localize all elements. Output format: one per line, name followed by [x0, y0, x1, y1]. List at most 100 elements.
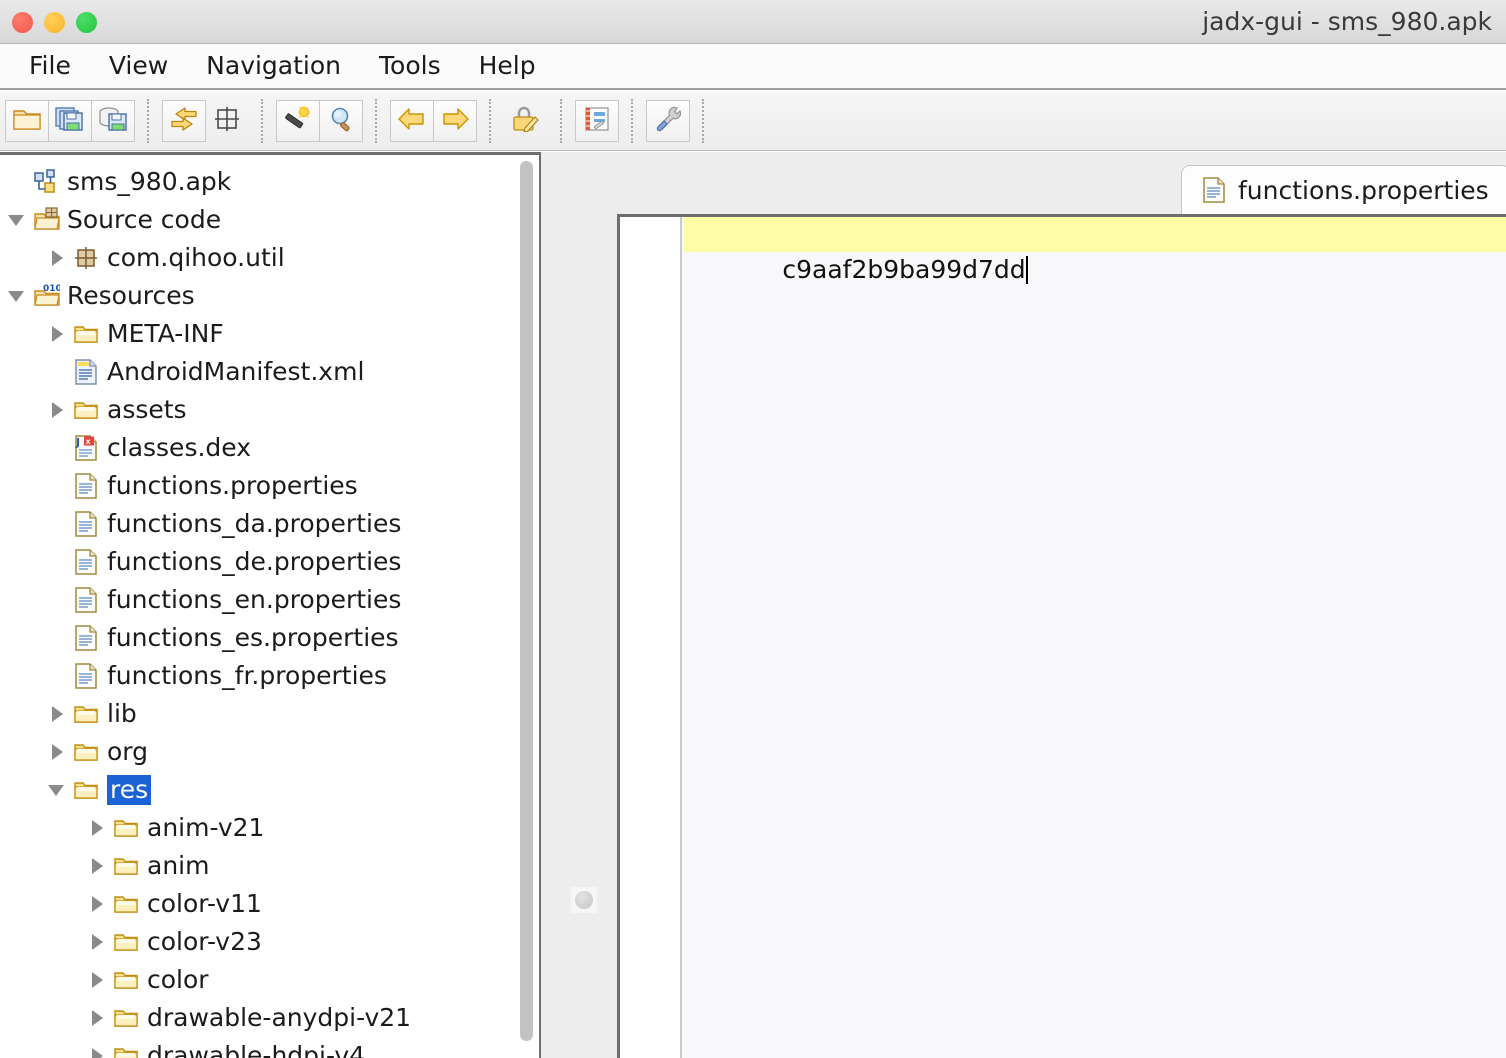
expand-arrow-right-icon[interactable] [86, 1007, 108, 1029]
tree-item-resources[interactable]: 010 Resources [0, 277, 530, 315]
tree-item-assets[interactable]: assets [0, 391, 530, 429]
forward-button[interactable] [433, 100, 477, 142]
menu-help[interactable]: Help [460, 44, 555, 88]
menu-navigation[interactable]: Navigation [187, 44, 360, 88]
svg-text:J: J [75, 436, 80, 449]
dex-file-icon: Jx [74, 435, 98, 461]
folder-icon [74, 701, 98, 727]
toolbar-group-search [276, 100, 363, 142]
split-pane-divider[interactable] [541, 152, 611, 1058]
tree-item-org[interactable]: org [0, 733, 530, 771]
grip-dot-icon [575, 891, 593, 909]
tree-item-label: META-INF [107, 319, 224, 348]
tree-item-drawable-hdpi-v4[interactable]: drawable-hdpi-v4 [0, 1037, 530, 1058]
tree-item-label: lib [107, 699, 137, 728]
menu-tools[interactable]: Tools [360, 44, 460, 88]
expand-arrow-right-icon[interactable] [46, 399, 68, 421]
tree-item-label: com.qihoo.util [107, 243, 285, 272]
save-all-button[interactable] [48, 100, 92, 142]
preferences-icon [653, 106, 683, 136]
expand-arrow-down-icon[interactable] [6, 209, 28, 231]
tree-vertical-scrollbar[interactable] [518, 159, 535, 1057]
split-pane-grip[interactable] [571, 887, 597, 913]
tree-item-lib[interactable]: lib [0, 695, 530, 733]
back-button[interactable] [390, 100, 434, 142]
window-title: jadx-gui - sms_980.apk [1202, 7, 1492, 36]
flat-packages-button[interactable] [205, 100, 249, 142]
tree-scrollbar-thumb[interactable] [520, 161, 533, 1041]
tab-functions-properties[interactable]: functions.properties [1181, 165, 1506, 214]
svg-text:x: x [86, 437, 92, 446]
expand-arrow-right-icon[interactable] [46, 247, 68, 269]
tree-item-drawable-anydpi-v21[interactable]: drawable-anydpi-v21 [0, 999, 530, 1037]
search-button[interactable] [319, 100, 363, 142]
deobfuscation-icon [283, 105, 313, 136]
tree-item-functions-es-properties[interactable]: functions_es.properties [0, 619, 530, 657]
tree-item-label: functions_fr.properties [107, 661, 387, 690]
folder-icon [74, 397, 98, 423]
tree-item-functions-fr-properties[interactable]: functions_fr.properties [0, 657, 530, 695]
tree-item-anim-v21[interactable]: anim-v21 [0, 809, 530, 847]
menu-file[interactable]: File [10, 44, 90, 88]
toolbar-separator [560, 99, 563, 143]
export-gradle-button[interactable] [91, 100, 135, 142]
code-line[interactable]: c9aaf2b9ba99d7dd [684, 217, 1506, 284]
expand-arrow-right-icon[interactable] [86, 893, 108, 915]
expand-arrow-right-icon[interactable] [86, 931, 108, 953]
tree-item-res[interactable]: res [0, 771, 530, 809]
expand-arrow-right-icon[interactable] [46, 323, 68, 345]
search-icon [326, 106, 356, 136]
tree-item-label: AndroidManifest.xml [107, 357, 365, 386]
decompile-all-button[interactable] [504, 100, 548, 142]
tree-item-meta-inf[interactable]: META-INF [0, 315, 530, 353]
text-file-icon [74, 473, 98, 499]
tree-item-sms-980-apk[interactable]: sms_980.apk [0, 163, 530, 201]
text-file-icon [74, 625, 98, 651]
tree-item-functions-properties[interactable]: functions.properties [0, 467, 530, 505]
tree-item-label: assets [107, 395, 187, 424]
deobfuscation-button[interactable] [276, 100, 320, 142]
minimize-window-button[interactable] [44, 12, 65, 33]
expand-arrow-right-icon[interactable] [86, 1045, 108, 1058]
open-file-button[interactable] [5, 100, 49, 142]
expand-arrow-right-icon[interactable] [46, 703, 68, 725]
expand-arrow-right-icon[interactable] [86, 817, 108, 839]
tree-item-functions-en-properties[interactable]: functions_en.properties [0, 581, 530, 619]
sync-button[interactable] [162, 100, 206, 142]
tree-item-classes-dex[interactable]: Jx classes.dex [0, 429, 530, 467]
editor-text-area[interactable]: c9aaf2b9ba99d7dd [617, 214, 1506, 1058]
tree-item-androidmanifest-xml[interactable]: AndroidManifest.xml [0, 353, 530, 391]
tree-item-source-code[interactable]: Source code [0, 201, 530, 239]
menu-view[interactable]: View [90, 44, 187, 88]
tree-item-com-qihoo-util[interactable]: com.qihoo.util [0, 239, 530, 277]
expand-arrow-right-icon[interactable] [86, 969, 108, 991]
sync-icon [169, 106, 199, 136]
tree-item-label: res [107, 775, 152, 805]
log-viewer-button[interactable] [575, 100, 619, 142]
preferences-button[interactable] [646, 100, 690, 142]
file-tree[interactable]: sms_980.apk Source code com.qihoo.util 010 R… [0, 155, 530, 1058]
tree-item-functions-da-properties[interactable]: functions_da.properties [0, 505, 530, 543]
tree-item-label: functions_da.properties [107, 509, 402, 538]
toolbar-group-view [162, 100, 249, 142]
expand-arrow-right-icon[interactable] [46, 741, 68, 763]
close-window-button[interactable] [12, 12, 33, 33]
tree-item-color-v11[interactable]: color-v11 [0, 885, 530, 923]
log-viewer-icon [582, 106, 612, 136]
expand-arrow-down-icon[interactable] [6, 285, 28, 307]
tree-item-anim[interactable]: anim [0, 847, 530, 885]
toolbar [0, 92, 1506, 151]
expand-arrow-down-icon[interactable] [46, 779, 68, 801]
title-bar: jadx-gui - sms_980.apk [0, 0, 1506, 44]
tree-item-functions-de-properties[interactable]: functions_de.properties [0, 543, 530, 581]
tree-item-label: sms_980.apk [67, 167, 232, 196]
tree-item-color-v23[interactable]: color-v23 [0, 923, 530, 961]
editor-code-area[interactable]: c9aaf2b9ba99d7dd [684, 217, 1506, 1058]
expand-arrow-right-icon[interactable] [86, 855, 108, 877]
maximize-window-button[interactable] [76, 12, 97, 33]
folder-icon [74, 739, 98, 765]
tree-item-color[interactable]: color [0, 961, 530, 999]
